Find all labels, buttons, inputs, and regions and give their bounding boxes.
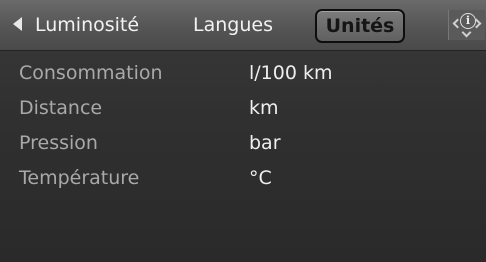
setting-label: Température bbox=[19, 167, 140, 189]
setting-label: Pression bbox=[19, 132, 98, 154]
tab-langues[interactable]: Langues bbox=[193, 10, 273, 40]
chevron-down-icon bbox=[461, 27, 472, 38]
setting-label: Consommation bbox=[19, 62, 163, 84]
setting-row-temperature[interactable]: Température °C bbox=[0, 160, 486, 196]
tab-luminosite[interactable]: Luminosité bbox=[35, 10, 139, 40]
setting-value: l/100 km bbox=[249, 62, 333, 84]
setting-row-consommation[interactable]: Consommation l/100 km bbox=[0, 55, 486, 91]
left-arrow-icon[interactable] bbox=[13, 17, 22, 31]
settings-tab-bar: Luminosité Langues Unités i bbox=[0, 0, 486, 51]
setting-row-pression[interactable]: Pression bar bbox=[0, 125, 486, 161]
tab-unites[interactable]: Unités bbox=[315, 9, 405, 43]
units-settings-screen: Luminosité Langues Unités i Consommation… bbox=[0, 0, 486, 262]
setting-row-distance[interactable]: Distance km bbox=[0, 90, 486, 126]
setting-value: °C bbox=[249, 167, 272, 189]
info-button[interactable]: i bbox=[448, 10, 485, 40]
setting-value: km bbox=[249, 97, 279, 119]
setting-label: Distance bbox=[19, 97, 103, 119]
setting-value: bar bbox=[249, 132, 281, 154]
